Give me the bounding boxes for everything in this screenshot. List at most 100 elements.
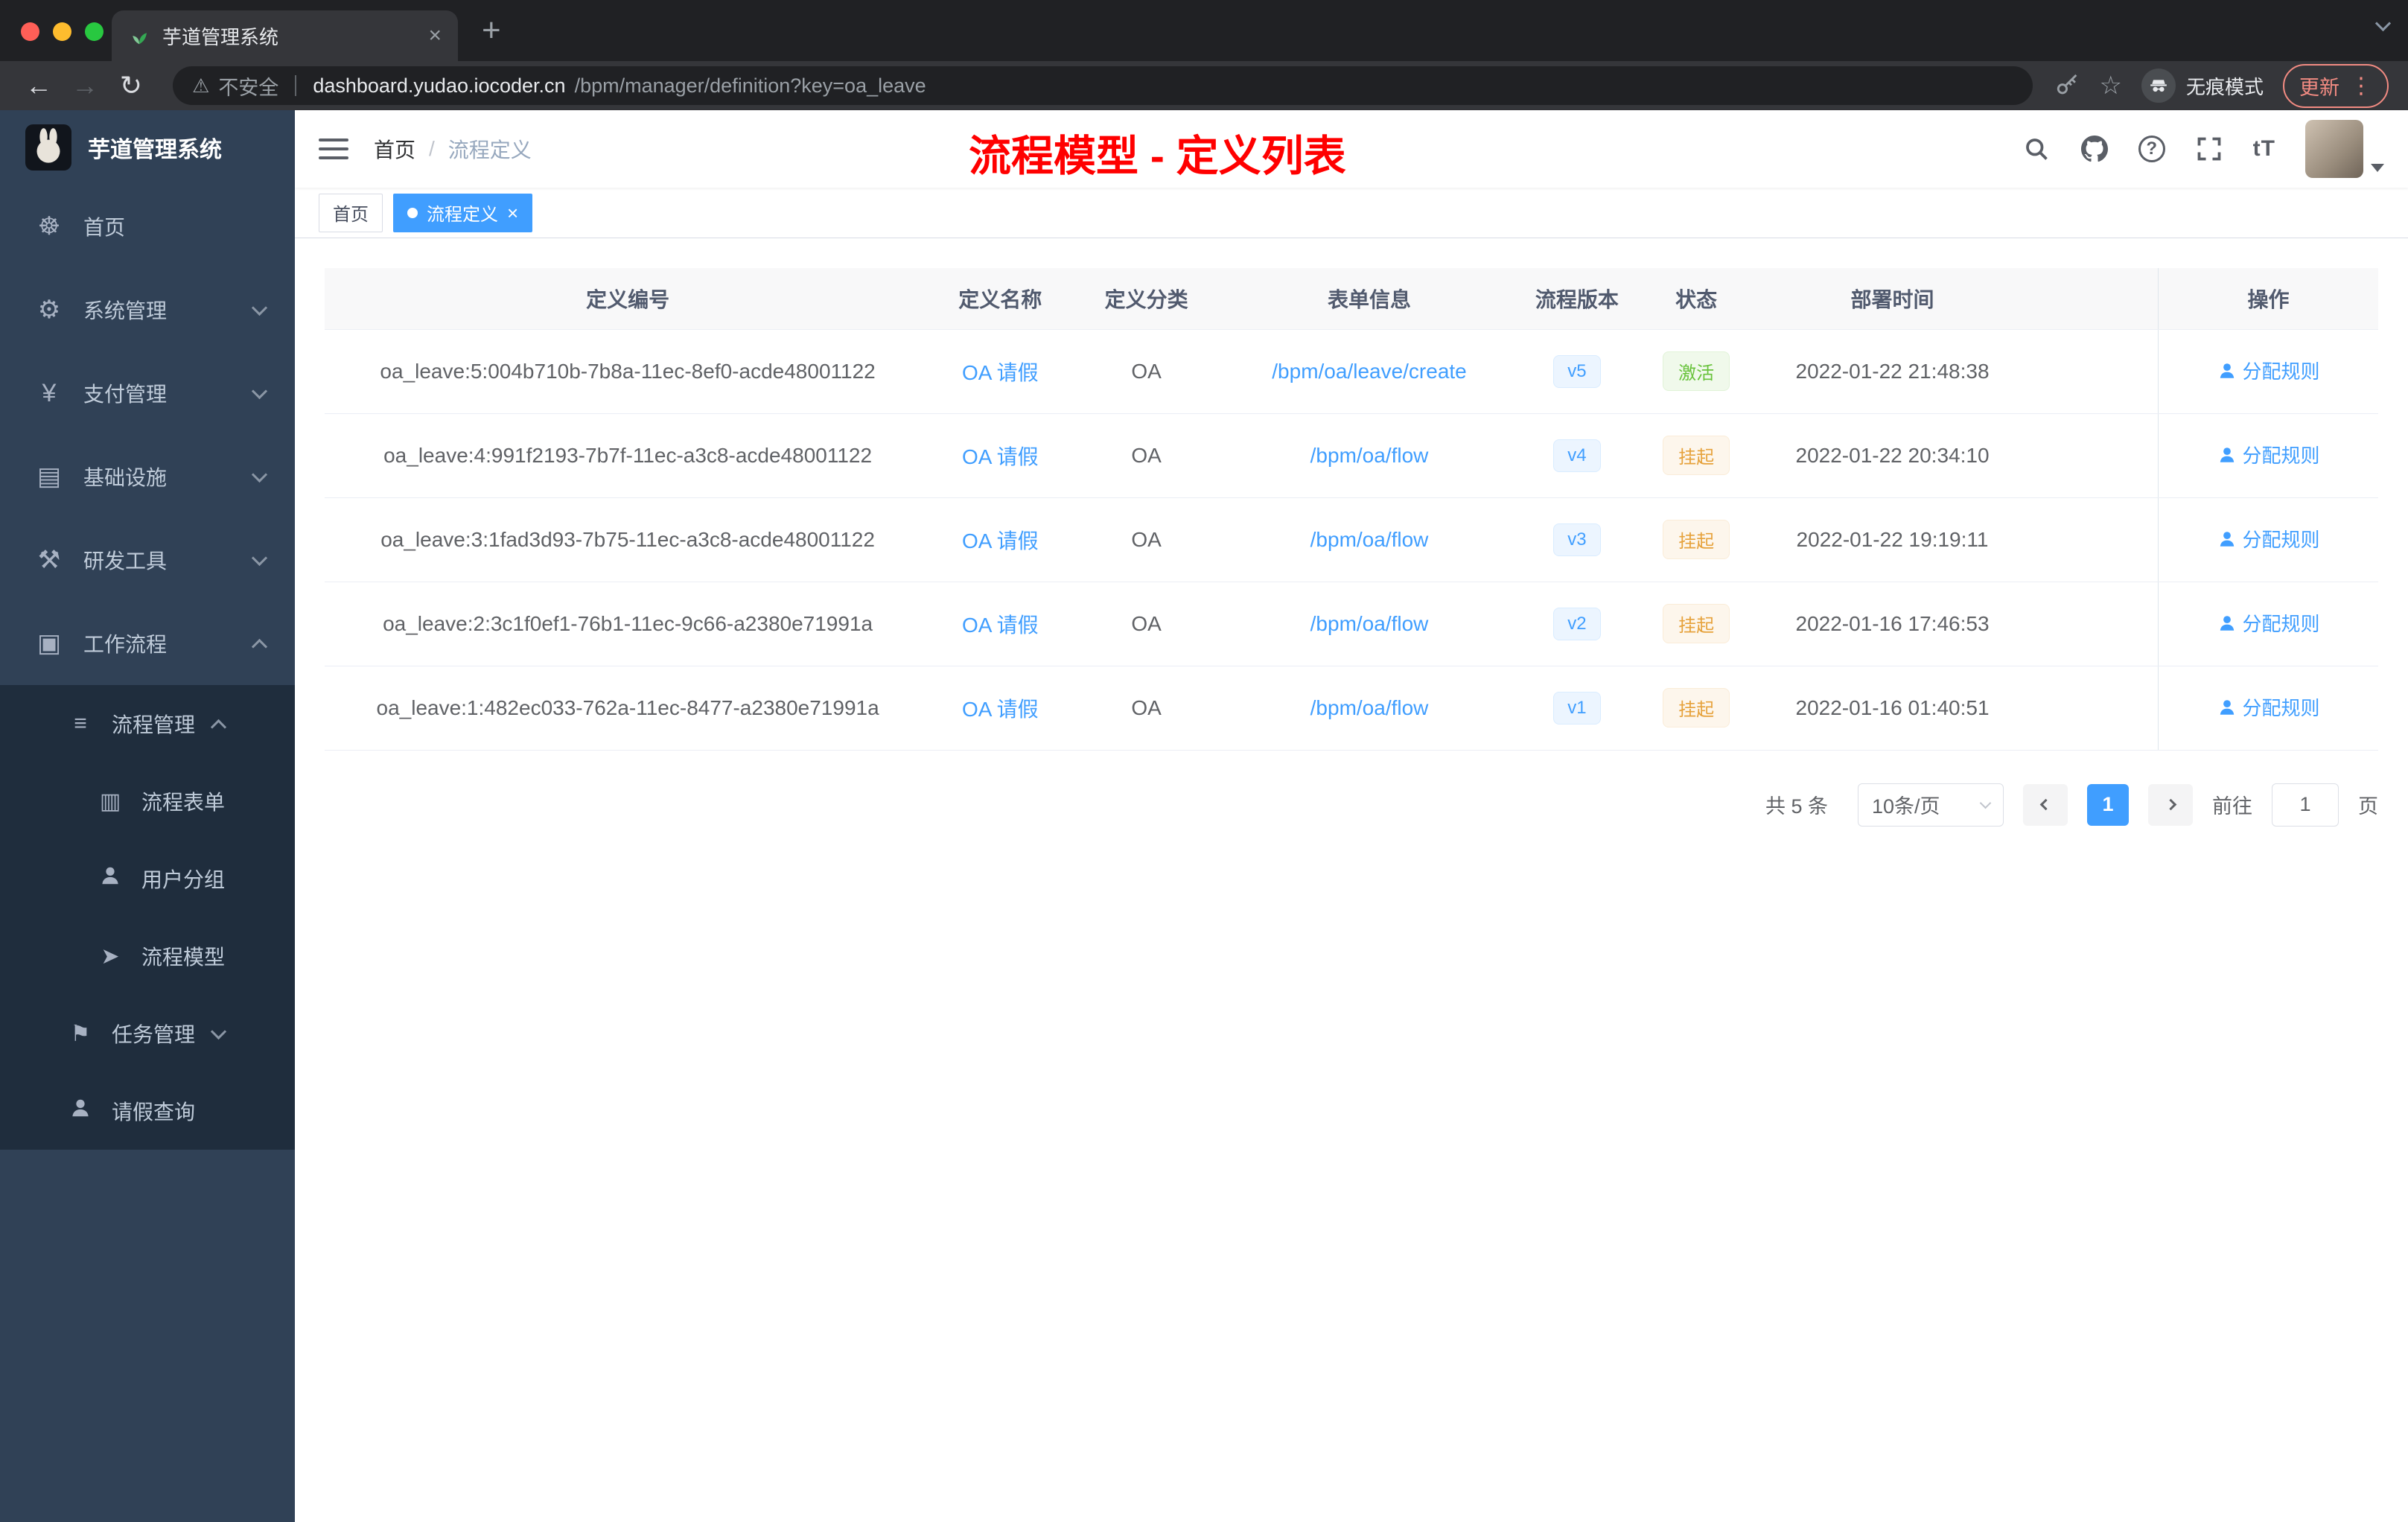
status-badge[interactable]: 挂起 <box>1663 520 1730 559</box>
chevron-down-icon <box>251 550 268 566</box>
sidebar-item-label: 首页 <box>83 216 126 239</box>
table-header-row: 定义编号 定义名称 定义分类 表单信息 流程版本 状态 部署时间 操作 <box>325 268 2378 330</box>
definition-name-link[interactable]: OA 请假 <box>962 361 1039 384</box>
password-key-icon[interactable] <box>2055 73 2080 98</box>
deploy-time: 2022-01-16 17:46:53 <box>1754 582 2031 666</box>
search-icon[interactable] <box>2022 135 2051 163</box>
definition-name-link[interactable]: OA 请假 <box>962 698 1039 721</box>
sidebar-item-label: 用户分组 <box>141 868 226 891</box>
sidebar-item-system-management[interactable]: ⚙ 系统管理 <box>0 268 295 351</box>
deploy-time: 2022-01-22 19:19:11 <box>1754 497 2031 582</box>
deploy-time: 2022-01-16 01:40:51 <box>1754 666 2031 751</box>
sidebar-item-leave-query[interactable]: 请假查询 <box>0 1072 295 1150</box>
filler-cell <box>2030 329 2159 414</box>
filler-cell <box>2030 413 2159 498</box>
col-definition-name: 定义名称 <box>931 268 1070 330</box>
page-header: 首页 / 流程定义 流程模型 - 定义列表 ? tT <box>295 110 2408 188</box>
filler-cell <box>2030 666 2159 751</box>
sidebar-collapse-icon[interactable] <box>319 138 348 159</box>
tag-process-definition[interactable]: 流程定义 × <box>393 193 533 232</box>
definition-name-link[interactable]: OA 请假 <box>962 529 1039 553</box>
status-badge[interactable]: 挂起 <box>1663 436 1730 475</box>
assign-rule-button[interactable]: 分配规则 <box>2217 693 2320 721</box>
sidebar-item-process-management[interactable]: ≡ 流程管理 <box>0 685 295 762</box>
assign-rule-button[interactable]: 分配规则 <box>2217 357 2320 384</box>
form-link[interactable]: /bpm/oa/flow <box>1310 612 1429 635</box>
fullscreen-icon[interactable] <box>2195 135 2223 163</box>
form-link[interactable]: /bpm/oa/flow <box>1310 528 1429 551</box>
address-bar[interactable]: ⚠ 不安全 dashboard.yudao.iocoder.cn /bpm/ma… <box>173 66 2033 105</box>
sidebar-item-home[interactable]: ☸ 首页 <box>0 185 295 268</box>
table-row: oa_leave:2:3c1f0ef1-76b1-11ec-9c66-a2380… <box>325 582 2378 666</box>
chevron-down-icon <box>1979 797 1992 809</box>
definition-category: OA <box>1069 329 1223 414</box>
total-count: 共 5 条 <box>1765 795 1828 818</box>
sidebar-item-task-management[interactable]: ⚑ 任务管理 <box>0 995 295 1072</box>
sidebar-item-dev-tools[interactable]: ⚒ 研发工具 <box>0 518 295 602</box>
close-window-button[interactable] <box>21 22 39 41</box>
back-icon[interactable]: ← <box>19 70 58 101</box>
status-badge[interactable]: 挂起 <box>1663 688 1730 727</box>
browser-tab-strip: 芋道管理系统 × + <box>0 0 2408 61</box>
sidebar-item-process-form[interactable]: ▥ 流程表单 <box>0 762 295 840</box>
page-size-select[interactable]: 10条/页 <box>1858 783 2004 827</box>
maximize-window-button[interactable] <box>85 22 103 41</box>
bookmark-star-icon[interactable]: ☆ <box>2100 71 2122 101</box>
flag-icon: ⚑ <box>70 1021 91 1046</box>
list-icon: ≡ <box>74 711 87 736</box>
new-tab-button[interactable]: + <box>471 0 512 61</box>
deploy-time: 2022-01-22 20:34:10 <box>1754 413 2031 498</box>
definition-name-link[interactable]: OA 请假 <box>962 445 1039 468</box>
definition-table: 定义编号 定义名称 定义分类 表单信息 流程版本 状态 部署时间 操作 oa_l… <box>325 268 2378 751</box>
sidebar-item-payment-management[interactable]: ¥ 支付管理 <box>0 351 295 435</box>
tag-label: 流程定义 <box>427 205 498 225</box>
form-link[interactable]: /bpm/oa/flow <box>1310 696 1429 719</box>
next-page-button[interactable] <box>2148 783 2193 826</box>
reload-icon[interactable]: ↻ <box>112 70 150 101</box>
browser-menu-icon[interactable]: ⋮ <box>2350 73 2372 99</box>
sidebar-item-label: 工作流程 <box>83 633 168 656</box>
forward-icon[interactable]: → <box>66 70 104 101</box>
sidebar-item-infrastructure[interactable]: ▤ 基础设施 <box>0 435 295 518</box>
window-controls <box>21 22 103 41</box>
definition-name-link[interactable]: OA 请假 <box>962 614 1039 637</box>
minimize-window-button[interactable] <box>53 22 71 41</box>
form-link[interactable]: /bpm/oa/flow <box>1310 444 1429 467</box>
tag-home[interactable]: 首页 <box>319 193 383 232</box>
assign-rule-button[interactable]: 分配规则 <box>2217 609 2320 637</box>
sidebar-item-process-model[interactable]: ➤ 流程模型 <box>0 917 295 995</box>
sidebar-item-user-group[interactable]: 用户分组 <box>0 840 295 917</box>
help-icon[interactable]: ? <box>2138 136 2165 162</box>
workflow-submenu: ≡ 流程管理 ▥ 流程表单 用户分组 ➤ 流程模型 ⚑ 任务管理 请假查询 <box>0 685 295 1150</box>
briefcase-icon: ▣ <box>36 629 62 657</box>
breadcrumb-home[interactable]: 首页 <box>374 134 415 164</box>
tab-search-chevron-icon[interactable] <box>2374 15 2392 32</box>
security-warning-icon: ⚠ <box>192 74 210 97</box>
form-link[interactable]: /bpm/oa/leave/create <box>1272 360 1467 383</box>
app-frame: 芋道管理系统 ☸ 首页 ⚙ 系统管理 ¥ 支付管理 ▤ 基础设施 ⚒ 研发工具 … <box>0 110 2408 1522</box>
github-icon[interactable] <box>2080 135 2109 163</box>
page-unit-label: 页 <box>2358 795 2378 818</box>
assign-rule-button[interactable]: 分配规则 <box>2217 441 2320 468</box>
status-badge[interactable]: 挂起 <box>1663 604 1730 643</box>
user-menu[interactable] <box>2305 120 2384 178</box>
incognito-indicator: 无痕模式 <box>2141 69 2264 103</box>
incognito-label: 无痕模式 <box>2185 75 2264 98</box>
tab-close-icon[interactable]: × <box>428 25 442 47</box>
prev-page-button[interactable] <box>2023 783 2068 826</box>
avatar[interactable] <box>2305 120 2363 178</box>
sidebar-logo-row[interactable]: 芋道管理系统 <box>0 110 295 185</box>
chevron-down-icon <box>251 299 268 316</box>
status-badge[interactable]: 激活 <box>1663 351 1730 391</box>
tag-close-icon[interactable]: × <box>507 203 518 223</box>
font-size-icon[interactable]: tT <box>2253 136 2275 162</box>
browser-tab[interactable]: 芋道管理系统 × <box>112 10 458 61</box>
browser-update-button[interactable]: 更新 ⋮ <box>2283 63 2389 108</box>
col-status: 状态 <box>1638 268 1754 330</box>
definition-id: oa_leave:2:3c1f0ef1-76b1-11ec-9c66-a2380… <box>325 582 931 666</box>
sidebar-item-label: 流程管理 <box>112 713 196 736</box>
page-number-current[interactable]: 1 <box>2087 783 2129 826</box>
goto-page-input[interactable] <box>2272 783 2339 827</box>
sidebar-item-workflow[interactable]: ▣ 工作流程 <box>0 602 295 685</box>
assign-rule-button[interactable]: 分配规则 <box>2217 525 2320 553</box>
